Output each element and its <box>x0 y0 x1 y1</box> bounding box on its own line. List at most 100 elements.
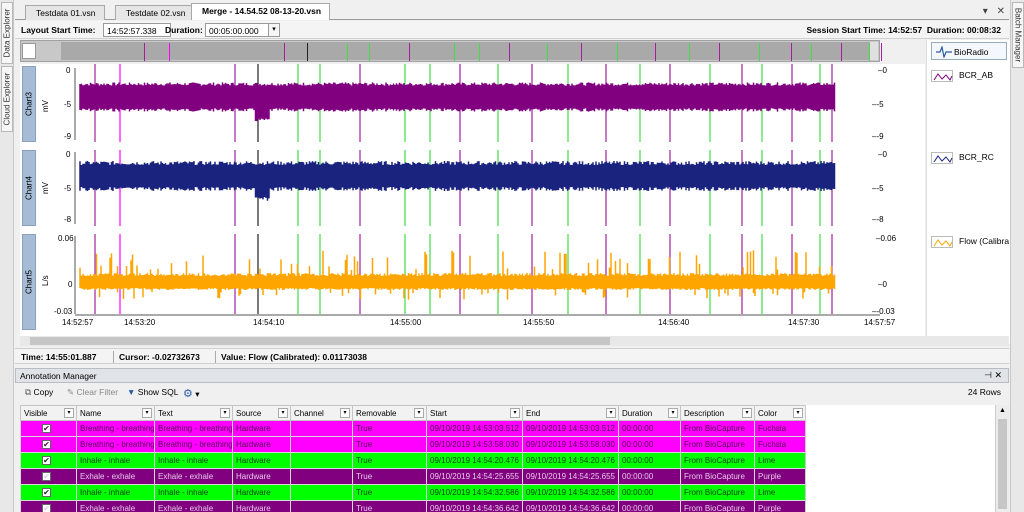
column-filter-icon[interactable]: ▾ <box>606 408 616 418</box>
cell-description: From BioCapture <box>680 436 755 453</box>
cell-description: From BioCapture <box>680 484 755 501</box>
cell-color: Lime <box>754 484 806 501</box>
chart-area[interactable]: Chart3 Chart4 Chart5 mV mV L/s 0 -5 -9 0… <box>20 64 925 344</box>
cell-end: 09/10/2019 14:54:20.476 <box>522 452 619 469</box>
column-filter-icon[interactable]: ▾ <box>64 408 74 418</box>
settings-dropdown-button[interactable]: ⚙ ▾ <box>183 387 200 400</box>
clear-filter-button[interactable]: ✎ Clear Filter <box>67 387 118 398</box>
column-filter-icon[interactable]: ▾ <box>142 408 152 418</box>
chart3-label[interactable]: Chart3 <box>22 66 36 142</box>
show-sql-button[interactable]: ▼ Show SQL <box>127 387 178 397</box>
chart4-rtick: –-8 <box>872 215 884 224</box>
visible-checkbox[interactable]: ✔ <box>42 488 51 497</box>
chart3-rtick: –0 <box>878 66 887 75</box>
visible-checkbox[interactable]: ✔ <box>42 456 51 465</box>
chart3-rtick-value: 5 <box>879 100 884 109</box>
pin-close-icon[interactable]: ⊣ ✕ <box>984 370 1002 381</box>
bioradio-legend-button[interactable]: BioRadio <box>931 42 1007 60</box>
visible-cell[interactable]: ✔ <box>20 468 77 485</box>
scroll-up-icon[interactable]: ▲ <box>999 407 1006 414</box>
cell-start: 09/10/2019 14:54:20.476 <box>426 452 523 469</box>
tab-testdata-01[interactable]: Testdata 01.vsn <box>25 5 105 20</box>
visible-cell[interactable]: ✔ <box>20 500 77 512</box>
column-header[interactable]: Text ▾ <box>154 405 233 421</box>
column-header[interactable]: End ▾ <box>522 405 619 421</box>
column-filter-icon[interactable]: ▾ <box>340 408 350 418</box>
table-row[interactable]: ✔ Inhale - inhale Inhale - inhale Hardware T… <box>20 484 806 501</box>
cloud-explorer-tab[interactable]: Cloud Explorer <box>1 66 13 132</box>
tab-list-dropdown-icon[interactable]: ▾ <box>983 6 988 17</box>
cell-removable: True <box>352 452 427 469</box>
column-header[interactable]: Duration ▾ <box>618 405 681 421</box>
table-row[interactable]: ✔ Breathing - breathing Breathing - breath… <box>20 420 806 437</box>
chart5-rtick-value: 0.03 <box>879 307 895 316</box>
overview-handle-left[interactable] <box>22 43 36 59</box>
copy-button[interactable]: ⧉ Copy <box>25 387 53 398</box>
column-header[interactable]: Removable ▾ <box>352 405 427 421</box>
column-header[interactable]: Visible ▾ <box>20 405 77 421</box>
time-tick: 14:57:57 <box>864 318 896 327</box>
column-filter-icon[interactable]: ▾ <box>793 408 803 418</box>
cell-color: Purple <box>754 500 806 512</box>
overview-handle-right[interactable] <box>870 42 878 60</box>
layout-start-input[interactable]: 14:52:57.338 <box>103 23 171 37</box>
overview-marker <box>307 43 308 61</box>
legend-item-flow[interactable]: Flow (Calibra <box>931 236 1009 248</box>
batch-manager-tab[interactable]: Batch Manager <box>1012 2 1024 68</box>
tab-merge[interactable]: Merge - 14.54.52 08-13-20.vsn <box>191 3 331 20</box>
column-filter-icon[interactable]: ▾ <box>668 408 678 418</box>
legend-panel: BioRadio BCR_AB BCR_RC Flow (Calibra <box>926 40 1010 344</box>
column-header[interactable]: Start ▾ <box>426 405 523 421</box>
column-header[interactable]: Color ▾ <box>754 405 806 421</box>
visible-checkbox[interactable]: ✔ <box>42 472 51 481</box>
chart4-rtick-value: 0 <box>882 150 887 159</box>
legend-item-bcr-rc[interactable]: BCR_RC <box>931 152 994 164</box>
overview-navigator[interactable] <box>20 40 882 62</box>
column-header[interactable]: Source ▾ <box>232 405 291 421</box>
signal-plots[interactable] <box>20 64 925 344</box>
overview-marker <box>719 43 720 61</box>
cell-start: 09/10/2019 14:54:25.655 <box>426 468 523 485</box>
data-explorer-tab[interactable]: Data Explorer <box>1 2 13 64</box>
visible-checkbox[interactable]: ✔ <box>42 440 51 449</box>
column-filter-icon[interactable]: ▾ <box>510 408 520 418</box>
table-scrollbar-thumb[interactable] <box>998 419 1007 509</box>
visible-cell[interactable]: ✔ <box>20 484 77 501</box>
tab-testdate-02[interactable]: Testdate 02.vsn <box>115 5 195 20</box>
table-row[interactable]: ✔ Exhale - exhale Exhale - exhale Hardware T… <box>20 468 806 485</box>
chart4-rtick: –0 <box>878 150 887 159</box>
column-filter-icon[interactable]: ▾ <box>220 408 230 418</box>
column-header[interactable]: Channel ▾ <box>290 405 353 421</box>
legend-item-bcr-ab[interactable]: BCR_AB <box>931 70 993 82</box>
time-tick: 14:56:40 <box>658 318 690 327</box>
visible-cell[interactable]: ✔ <box>20 436 77 453</box>
overview-marker <box>841 43 842 61</box>
column-filter-icon[interactable]: ▾ <box>278 408 288 418</box>
scrollbar-thumb[interactable] <box>30 337 610 345</box>
visible-checkbox[interactable]: ✔ <box>42 424 51 433</box>
overview-selection[interactable] <box>61 42 882 61</box>
annotation-manager-header: Annotation Manager ⊣ ✕ <box>15 368 1009 383</box>
table-row[interactable]: ✔ Exhale - exhale Exhale - exhale Hardware T… <box>20 500 806 512</box>
table-row[interactable]: ✔ Inhale - inhale Inhale - inhale Hardware T… <box>20 452 806 469</box>
chart4-label[interactable]: Chart4 <box>22 150 36 226</box>
table-row[interactable]: ✔ Breathing - breathing Breathing - breath… <box>20 436 806 453</box>
column-header[interactable]: Description ▾ <box>680 405 755 421</box>
column-filter-icon[interactable]: ▾ <box>414 408 424 418</box>
visible-cell[interactable]: ✔ <box>20 420 77 437</box>
annotation-table[interactable]: Visible ▾ Name ▾ Text ▾ Source ▾ Channel ▾ Removab… <box>20 405 806 512</box>
close-tab-icon[interactable]: ✕ <box>997 6 1005 17</box>
cell-source: Hardware <box>232 468 291 485</box>
table-vertical-scrollbar[interactable]: ▲ <box>995 405 1009 512</box>
visible-checkbox[interactable]: ✔ <box>42 504 51 512</box>
chart5-label[interactable]: Chart5 <box>22 234 36 330</box>
batch-manager-label: Batch Manager <box>1013 7 1023 63</box>
cell-text: Inhale - inhale <box>154 484 233 501</box>
visible-cell[interactable]: ✔ <box>20 452 77 469</box>
flow-waveform <box>79 250 836 300</box>
column-header[interactable]: Name ▾ <box>76 405 155 421</box>
duration-input[interactable]: 00:05:00.000 <box>205 23 269 37</box>
chart-horizontal-scrollbar[interactable] <box>20 336 1009 346</box>
duration-dropdown-icon[interactable]: ▾ <box>268 23 280 37</box>
column-filter-icon[interactable]: ▾ <box>742 408 752 418</box>
